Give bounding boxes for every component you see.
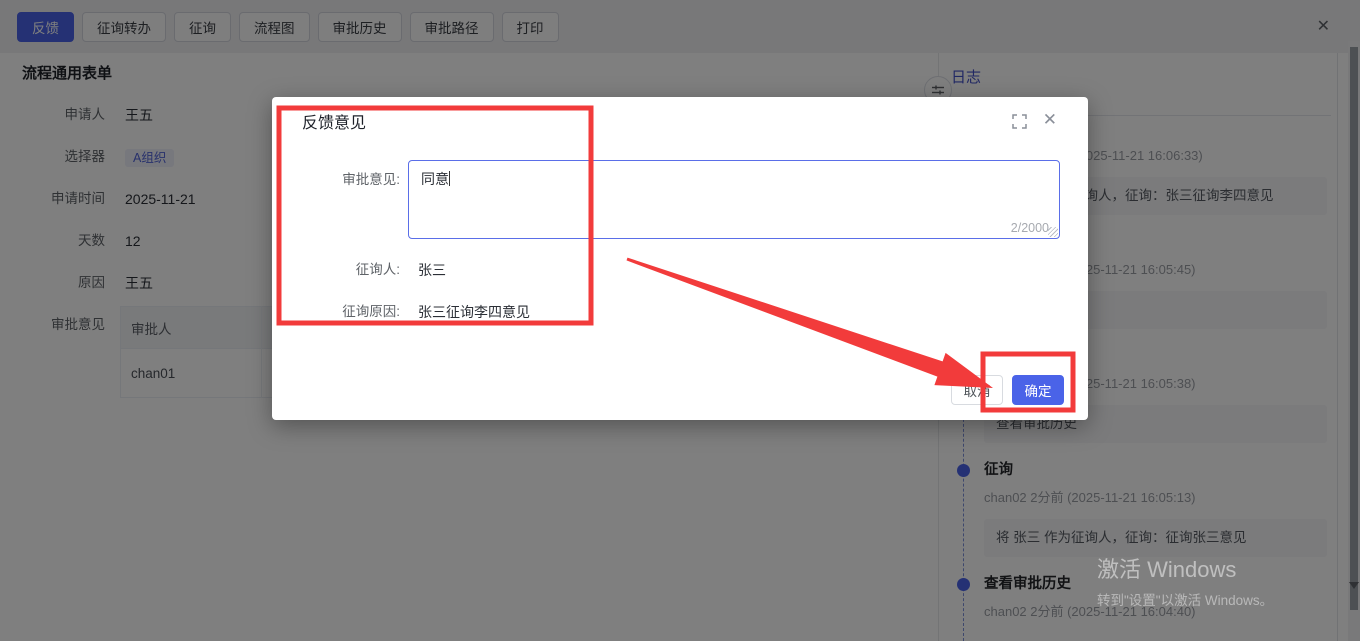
text-caret — [449, 171, 450, 186]
consultant-value: 张三 — [418, 260, 446, 280]
cancel-button[interactable]: 取消 — [951, 375, 1003, 405]
consultant-label: 征询人: — [272, 260, 400, 280]
feedback-dialog: 反馈意见 ✕ 审批意见: 同意 2/2000 征询人: 张三 征询原因: 张三征… — [272, 97, 1088, 420]
char-counter: 2/2000 — [1011, 221, 1049, 235]
dialog-title: 反馈意见 — [302, 109, 366, 133]
dialog-close-icon[interactable]: ✕ — [1043, 110, 1057, 130]
fullscreen-icon[interactable] — [1012, 114, 1028, 130]
comment-label: 审批意见: — [272, 170, 400, 190]
confirm-button[interactable]: 确定 — [1012, 375, 1064, 405]
comment-text: 同意 — [421, 171, 449, 187]
consult-reason-value: 张三征询李四意见 — [418, 302, 530, 322]
consult-reason-label: 征询原因: — [272, 302, 400, 322]
resize-handle-icon[interactable] — [1048, 227, 1058, 237]
comment-textarea[interactable]: 同意 2/2000 — [408, 160, 1060, 239]
